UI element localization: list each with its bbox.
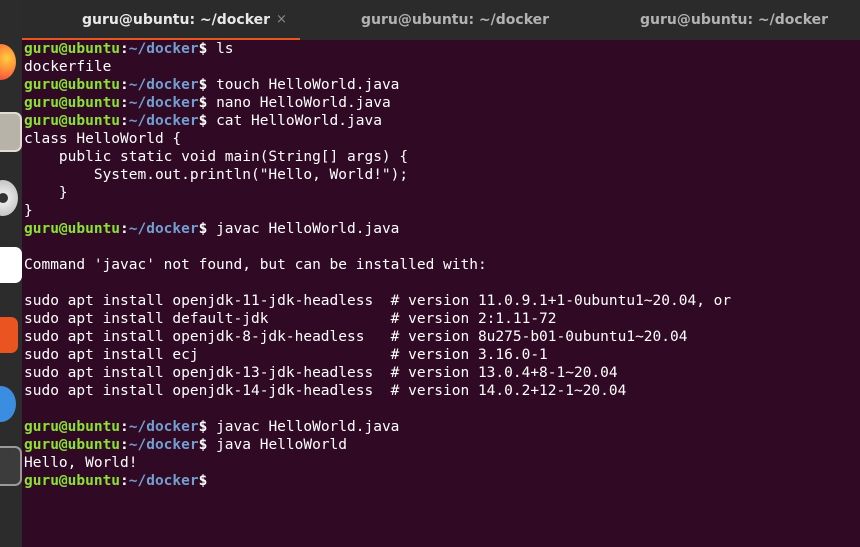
files-icon[interactable] [0,112,22,152]
prompt-user-host: guru@ubuntu [24,77,121,93]
output-line: System.out.println("Hello, World!"); [24,167,409,183]
output-line: sudo apt install openjdk-13-jdk-headless… [24,365,618,381]
tab-title: guru@ubuntu: ~/docker [82,12,271,28]
prompt-line: guru@ubuntu:~/docker$ java HelloWorld [24,436,860,454]
prompt-user-host: guru@ubuntu [24,419,121,435]
prompt-line: guru@ubuntu:~/docker$ cat HelloWorld.jav… [24,112,860,130]
prompt-user-host: guru@ubuntu [24,113,121,129]
output-line: dockerfile [24,59,112,75]
output-line: Command 'javac' not found, but can be in… [24,257,487,273]
prompt-path: ~/docker [128,41,199,57]
software-store-icon[interactable] [0,317,18,353]
prompt-path: ~/docker [128,419,199,435]
prompt-line: guru@ubuntu:~/docker$ touch HelloWorld.j… [24,76,860,94]
terminal-app-icon[interactable] [0,446,22,486]
command-text: cat HelloWorld.java [207,113,382,129]
command-text: touch HelloWorld.java [207,77,400,93]
output-line: sudo apt install openjdk-11-jdk-headless… [24,293,732,309]
firefox-icon[interactable] [0,44,16,80]
prompt-separator: : [120,113,129,129]
tab-title: guru@ubuntu: ~/docker [640,12,829,28]
prompt-line: guru@ubuntu:~/docker$ javac HelloWorld.j… [24,220,860,238]
prompt-separator: : [120,95,129,111]
prompt-user-host: guru@ubuntu [24,437,121,453]
command-text: javac HelloWorld.java [207,221,400,237]
prompt-user-host: guru@ubuntu [24,221,121,237]
prompt-path: ~/docker [128,95,199,111]
prompt-path: ~/docker [128,113,199,129]
help-icon[interactable] [0,386,16,422]
prompt-separator: : [120,437,129,453]
prompt-user-host: guru@ubuntu [24,41,121,57]
terminal-output[interactable]: guru@ubuntu:~/docker$ ls dockerfile guru@u… [24,40,860,547]
prompt-user-host: guru@ubuntu [24,95,121,111]
output-line: sudo apt install openjdk-14-jdk-headless… [24,383,627,399]
command-text: javac HelloWorld.java [207,419,400,435]
tab-title: guru@ubuntu: ~/docker [361,12,550,28]
close-icon[interactable]: × [276,0,287,40]
prompt-separator: : [120,41,129,57]
prompt-line: guru@ubuntu:~/docker$ nano HelloWorld.ja… [24,94,860,112]
output-line: } [24,185,68,201]
prompt-symbol: $ [198,473,208,489]
command-text: ls [207,41,234,57]
output-line: sudo apt install default-jdk # version 2… [24,311,557,327]
prompt-separator: : [120,473,129,489]
prompt-line: guru@ubuntu:~/docker$ javac HelloWorld.j… [24,418,860,436]
terminal-tab-bar: guru@ubuntu: ~/docker × guru@ubuntu: ~/d… [22,0,860,40]
prompt-path: ~/docker [128,77,199,93]
output-line: sudo apt install openjdk-8-jdk-headless … [24,329,688,345]
output-line: Hello, World! [24,455,138,471]
command-text: nano HelloWorld.java [207,95,391,111]
prompt-line: guru@ubuntu:~/docker$ [24,472,860,490]
prompt-user-host: guru@ubuntu [24,473,121,489]
command-text: java HelloWorld [207,437,348,453]
prompt-path: ~/docker [128,437,199,453]
rhythmbox-icon[interactable] [0,180,18,216]
output-line: public static void main(String[] args) { [24,149,409,165]
libreoffice-writer-icon[interactable] [0,247,22,283]
prompt-separator: : [120,419,129,435]
launcher-dock [0,0,22,547]
prompt-path: ~/docker [128,221,199,237]
prompt-line: guru@ubuntu:~/docker$ ls [24,40,860,58]
tab-1[interactable]: guru@ubuntu: ~/docker × [22,0,300,40]
prompt-separator: : [120,221,129,237]
output-line: sudo apt install ecj # version 3.16.0-1 [24,347,548,363]
tab-2[interactable]: guru@ubuntu: ~/docker [300,0,580,40]
output-line: class HelloWorld { [24,131,182,147]
prompt-path: ~/docker [128,473,199,489]
tab-3[interactable]: guru@ubuntu: ~/docker [580,0,860,40]
output-line: } [24,203,33,219]
prompt-separator: : [120,77,129,93]
